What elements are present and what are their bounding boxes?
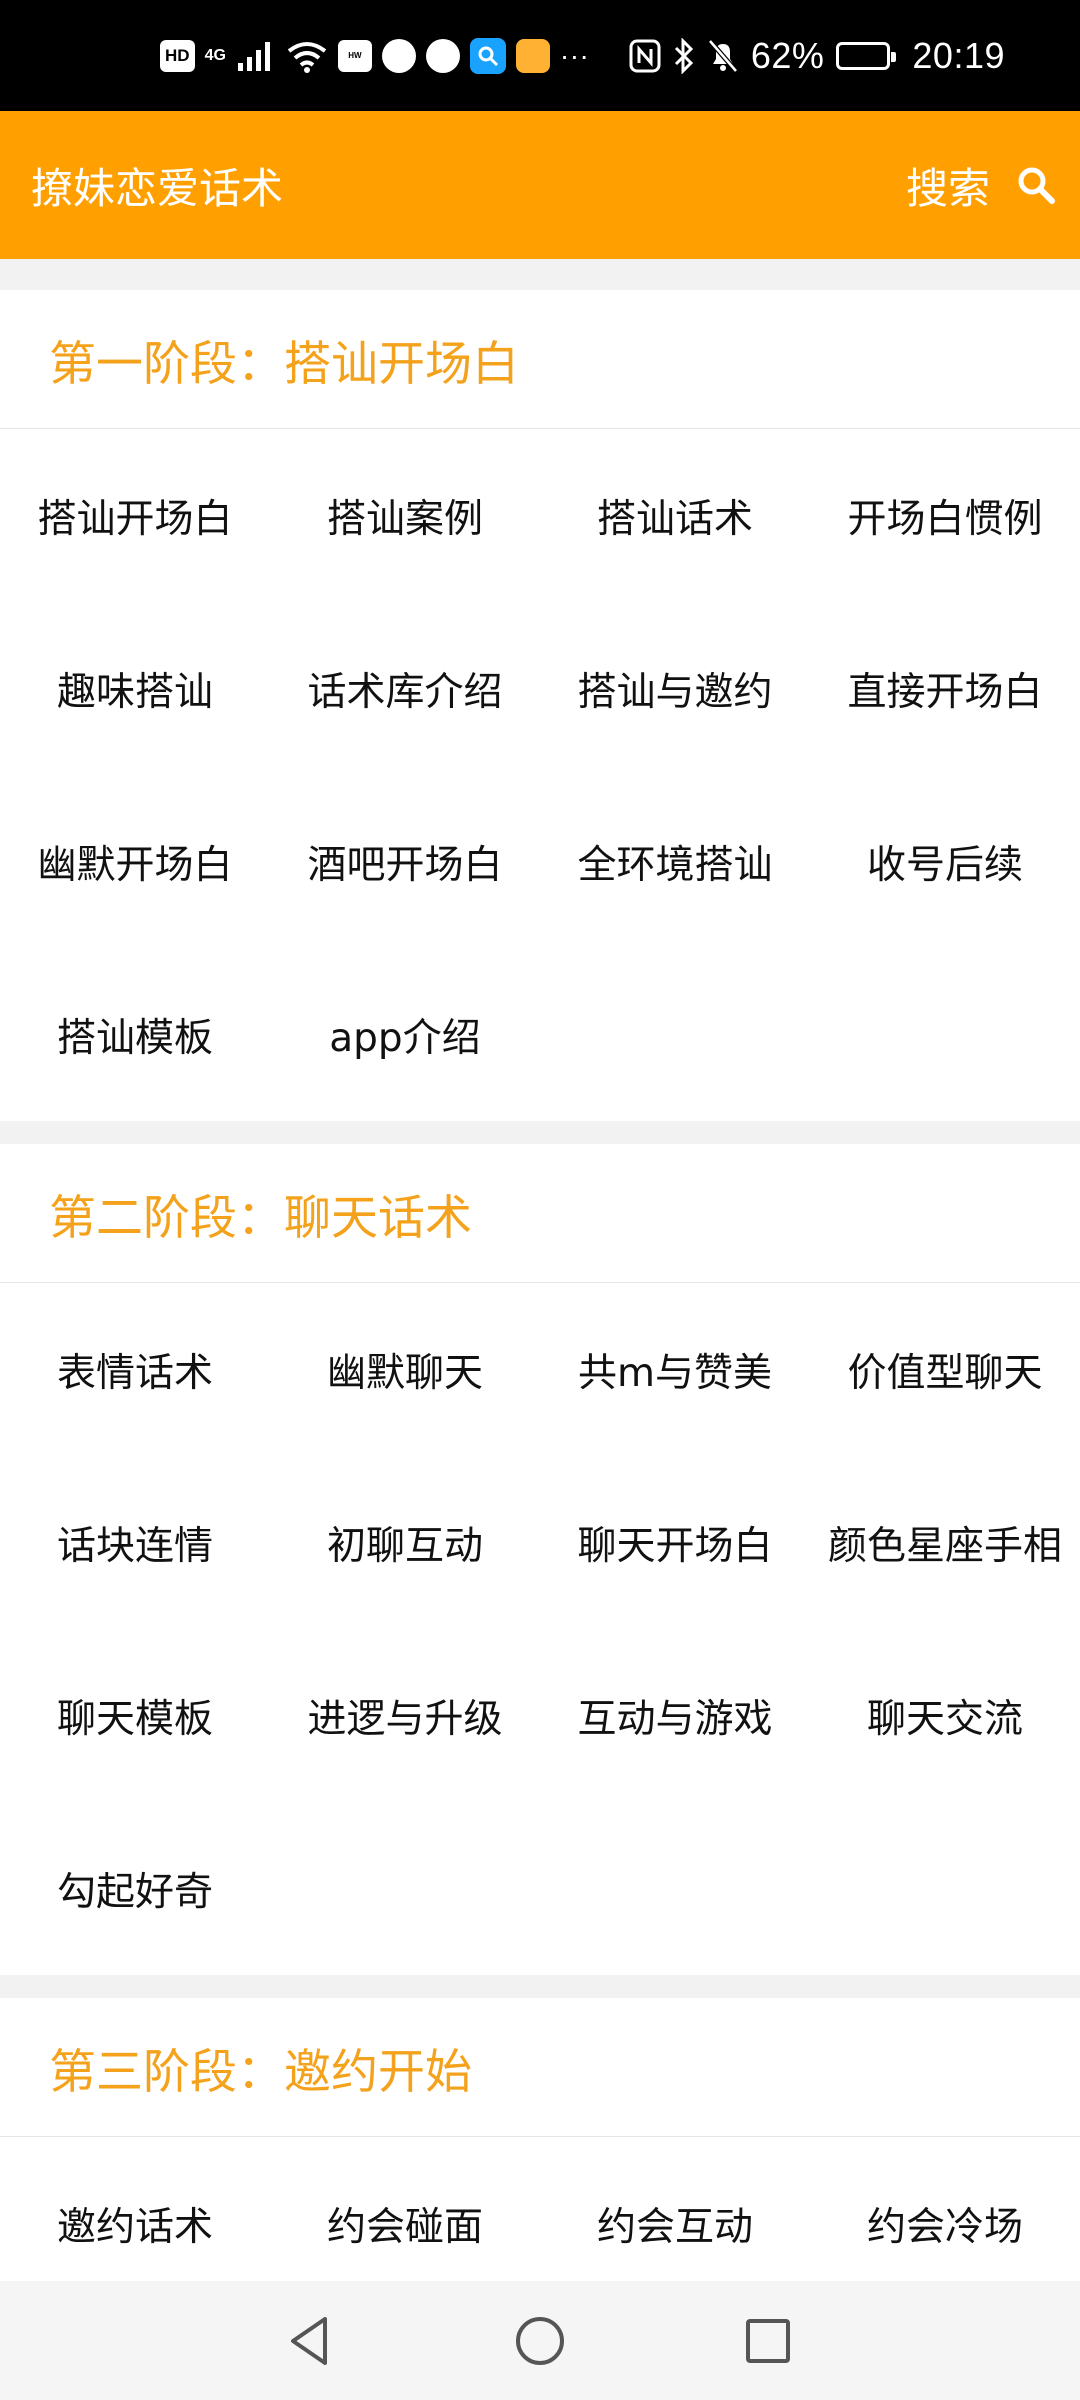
section-stage-3: 第三阶段：邀约开始 邀约话术 约会碰面 约会互动 约会冷场: [0, 1998, 1080, 2281]
topic-item[interactable]: 话块连情: [0, 1456, 270, 1629]
home-button[interactable]: [480, 2281, 600, 2400]
topic-item[interactable]: 价值型聊天: [810, 1283, 1080, 1456]
topic-item[interactable]: 全环境搭讪: [540, 775, 810, 948]
browser-app-icon: [381, 38, 416, 73]
topic-item[interactable]: 勾起好奇: [0, 1802, 270, 1975]
topic-item[interactable]: 话术库介绍: [270, 602, 540, 775]
search-app-icon: [469, 37, 506, 74]
topic-item[interactable]: 进逻与升级: [270, 1629, 540, 1802]
topic-item[interactable]: 聊天模板: [0, 1629, 270, 1802]
topic-item[interactable]: 聊天开场白: [540, 1456, 810, 1629]
triangle-back-icon: [291, 2316, 327, 2365]
section-stage-1: 第一阶段：搭讪开场白 搭讪开场白 搭讪案例 搭讪话术 开场白惯例 趣味搭讪 话术…: [0, 290, 1080, 1121]
mute-bell-icon: [707, 38, 738, 73]
battery-percent: 62%: [750, 34, 825, 76]
system-nav-bar: [0, 2281, 1080, 2400]
topic-item[interactable]: 表情话术: [0, 1283, 270, 1456]
topic-item[interactable]: 收号后续: [810, 775, 1080, 948]
section-title: 第二阶段：聊天话术: [49, 1190, 472, 1246]
recents-button[interactable]: [708, 2281, 828, 2400]
topic-item[interactable]: 搭讪话术: [540, 429, 810, 602]
nfc-icon: [629, 39, 661, 72]
search-button[interactable]: 搜索: [906, 111, 1056, 259]
section-header: 第一阶段：搭讪开场白: [0, 290, 1080, 429]
topic-item[interactable]: 幽默开场白: [0, 775, 270, 948]
back-button[interactable]: [250, 2281, 370, 2400]
app-title: 撩妹恋爱话术: [31, 163, 284, 213]
cup-app-icon: [515, 38, 550, 73]
circle-home-icon: [516, 2316, 564, 2365]
divider: [0, 259, 1080, 290]
topic-item[interactable]: 酒吧开场白: [270, 775, 540, 948]
app-bar: 撩妹恋爱话术 搜索: [0, 111, 1080, 259]
status-bar-right: 62% 20:19: [629, 0, 1005, 111]
topic-grid: 表情话术 幽默聊天 共m与赞美 价值型聊天 话块连情 初聊互动 聊天开场白 颜色…: [0, 1283, 1080, 1975]
topic-item[interactable]: 搭讪案例: [270, 429, 540, 602]
network-type-label: 4G: [204, 46, 226, 64]
section-header: 第三阶段：邀约开始: [0, 1998, 1080, 2137]
bird-app-icon: [425, 38, 460, 73]
topic-item[interactable]: 互动与游戏: [540, 1629, 810, 1802]
topic-item[interactable]: 开场白惯例: [810, 429, 1080, 602]
huawei-app-icon: HW: [337, 39, 372, 72]
topic-item[interactable]: 初聊互动: [270, 1456, 540, 1629]
search-label: 搜索: [905, 163, 990, 213]
more-notifications-icon: ···: [559, 39, 590, 71]
section-title: 第三阶段：邀约开始: [49, 2044, 472, 2100]
topic-item[interactable]: 幽默聊天: [270, 1283, 540, 1456]
section-header: 第二阶段：聊天话术: [0, 1144, 1080, 1283]
divider: [0, 1975, 1080, 1998]
search-icon: [1018, 167, 1055, 204]
topic-item[interactable]: 搭讪与邀约: [540, 602, 810, 775]
hd-icon: HD: [160, 39, 195, 72]
topic-item[interactable]: 共m与赞美: [540, 1283, 810, 1456]
status-bar-left: HD 4G HW ···: [160, 0, 589, 111]
topic-item[interactable]: 搭讪开场白: [0, 429, 270, 602]
topic-item[interactable]: 聊天交流: [810, 1629, 1080, 1802]
topic-item[interactable]: 搭讪模板: [0, 948, 270, 1121]
divider: [0, 1121, 1080, 1144]
topic-item[interactable]: app介绍: [270, 948, 540, 1121]
section-stage-2: 第二阶段：聊天话术 表情话术 幽默聊天 共m与赞美 价值型聊天 话块连情 初聊互…: [0, 1144, 1080, 1975]
clock: 20:19: [912, 34, 1005, 76]
topic-item[interactable]: 约会冷场: [810, 2137, 1080, 2281]
topic-item[interactable]: 邀约话术: [0, 2137, 270, 2281]
square-recents-icon: [746, 2318, 790, 2363]
topic-item[interactable]: 直接开场白: [810, 602, 1080, 775]
topic-grid: 邀约话术 约会碰面 约会互动 约会冷场: [0, 2137, 1080, 2281]
topic-item[interactable]: 趣味搭讪: [0, 602, 270, 775]
topic-item[interactable]: 颜色星座手相: [810, 1456, 1080, 1629]
topic-item[interactable]: 约会互动: [540, 2137, 810, 2281]
section-title: 第一阶段：搭讪开场白: [49, 336, 519, 392]
topic-item[interactable]: 约会碰面: [270, 2137, 540, 2281]
signal-icon: [237, 41, 270, 71]
status-bar: HD 4G HW ··· 62% 20:19: [0, 0, 1080, 111]
topic-grid: 搭讪开场白 搭讪案例 搭讪话术 开场白惯例 趣味搭讪 话术库介绍 搭讪与邀约 直…: [0, 429, 1080, 1121]
bluetooth-icon: [674, 37, 693, 74]
battery-icon: [836, 41, 897, 70]
content-scroll[interactable]: 第一阶段：搭讪开场白 搭讪开场白 搭讪案例 搭讪话术 开场白惯例 趣味搭讪 话术…: [0, 259, 1080, 2281]
wifi-icon: [287, 41, 327, 73]
